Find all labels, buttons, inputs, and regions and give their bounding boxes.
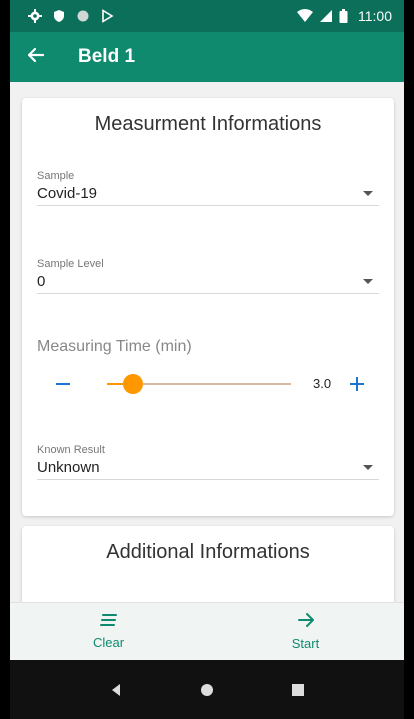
back-button[interactable] [10,32,62,82]
measuring-time-label: Measuring Time (min) [37,338,192,355]
measurement-card: Measurment Informations Sample Covid-19 … [22,98,394,516]
triangle-back-icon [111,683,120,696]
arrow-left-icon [26,45,46,70]
status-icons-right: 11:00 [297,8,392,24]
sample-dropdown[interactable]: Covid-19 [37,182,379,206]
gear-icon [28,9,42,23]
square-recents-icon [292,683,305,696]
minus-icon [56,383,70,385]
dropdown-arrow-icon [363,465,373,470]
system-navigation-bar [10,660,404,719]
circle-icon [76,9,90,23]
system-back-button[interactable] [101,675,131,705]
start-label: Start [291,636,320,651]
sample-label: Sample [37,170,75,182]
measuring-time-thumb[interactable] [122,374,143,394]
additional-card-title: Additional Informations [106,541,310,563]
sample-field: Sample Covid-19 [37,170,379,206]
dropdown-arrow-icon [363,279,373,284]
lines-icon [99,613,118,632]
play-store-icon [100,9,114,23]
content-area: Measurment Informations Sample Covid-19 … [10,82,404,606]
measuring-time-slider-row: 3.0 [37,368,379,400]
known-result-label: Known Result [37,444,105,456]
sample-level-value: 0 [37,273,46,290]
system-recents-button[interactable] [283,675,313,705]
additional-card: Additional Informations [22,526,394,606]
known-result-dropdown[interactable]: Unknown [37,456,379,480]
circle-home-icon [200,683,213,696]
phone-screen: 11:00 Beld 1 Measurment Informations Sam… [10,0,404,719]
sample-level-dropdown[interactable]: 0 [37,270,379,294]
clear-label: Clear [92,635,125,650]
dropdown-arrow-icon [363,191,373,196]
app-bar: Beld 1 [10,32,404,82]
increase-button[interactable] [345,372,369,396]
sample-value: Covid-19 [37,185,98,202]
decrease-button[interactable] [51,372,75,396]
known-result-field: Known Result Unknown [37,444,379,480]
wifi-icon [297,9,313,23]
sample-level-label: Sample Level [37,258,104,270]
start-button[interactable]: Start [207,603,404,660]
shield-icon [52,9,66,23]
status-icons-left [28,9,114,23]
arrow-right-icon [297,612,315,633]
clear-button[interactable]: Clear [10,603,207,660]
status-time: 11:00 [358,8,392,24]
measuring-time-value: 3.0 [313,376,332,391]
measurement-card-title: Measurment Informations [94,113,322,135]
status-bar: 11:00 [10,0,404,32]
signal-icon [319,9,333,23]
system-home-button[interactable] [192,675,222,705]
known-result-value: Unknown [37,459,100,476]
battery-icon [339,9,348,23]
bottom-navigation: Clear Start [10,602,404,660]
page-title: Beld 1 [78,46,136,67]
plus-icon [350,377,364,391]
sample-level-field: Sample Level 0 [37,258,379,294]
